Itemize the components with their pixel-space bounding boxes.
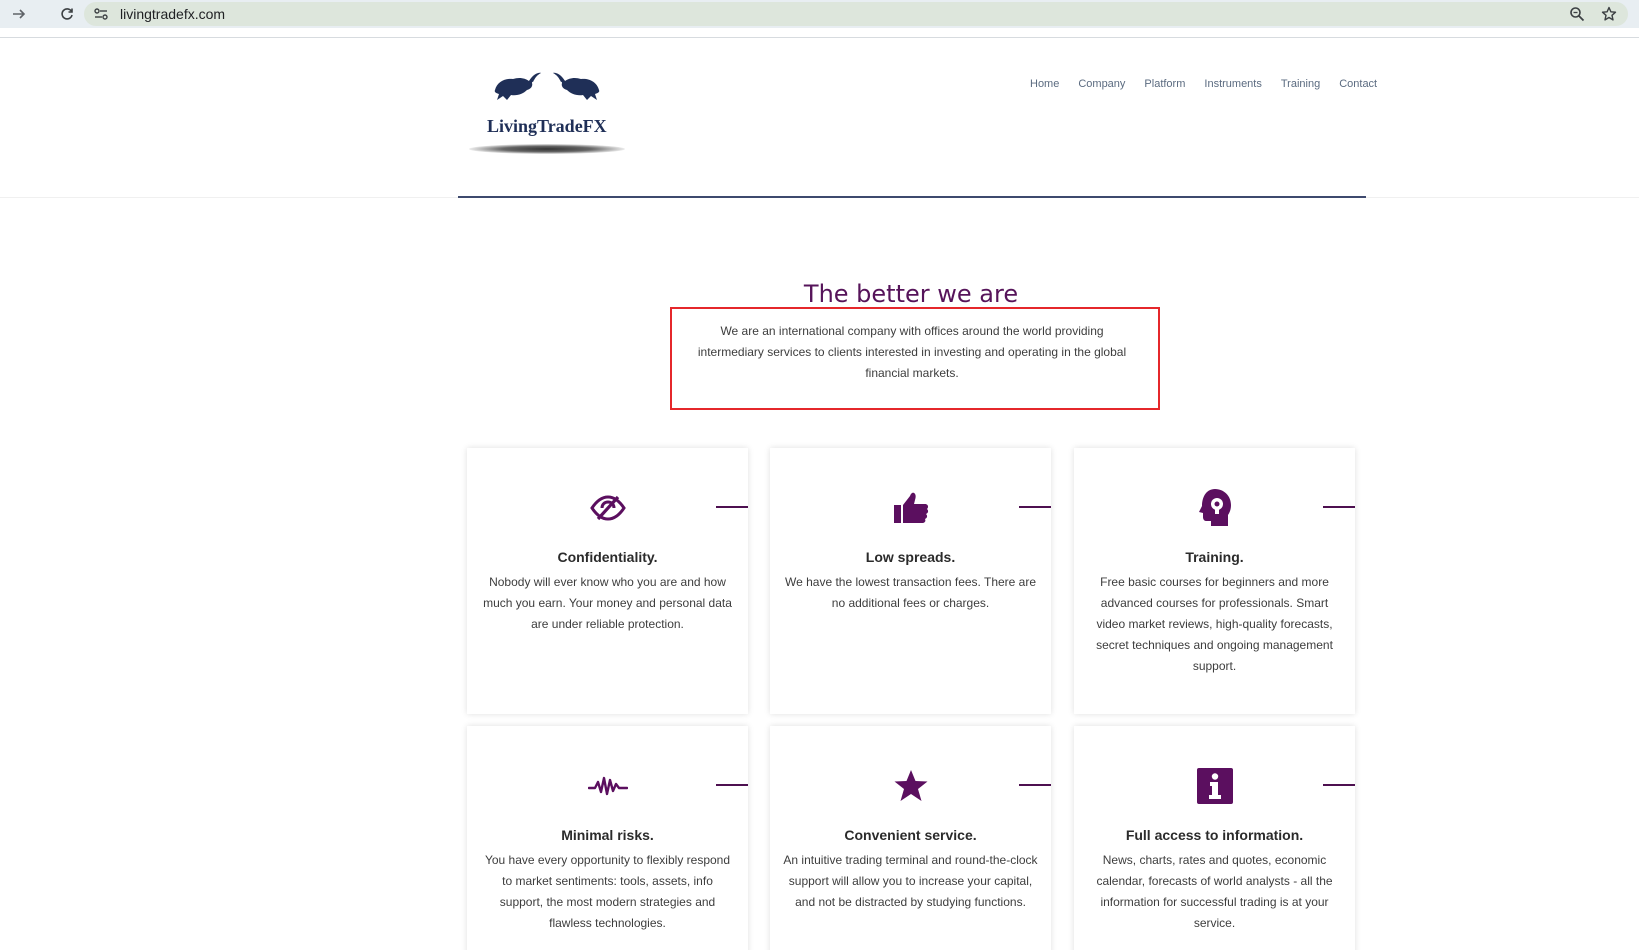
- info-icon: [1074, 768, 1355, 804]
- card-text: Nobody will ever know who you are and ho…: [483, 575, 732, 631]
- card-text: You have every opportunity to flexibly r…: [484, 853, 731, 930]
- card-title: Convenient service.: [844, 827, 977, 843]
- card-title: Confidentiality.: [557, 549, 658, 565]
- nav-home[interactable]: Home: [1030, 78, 1059, 90]
- main-nav: Home Company Platform Instruments Traini…: [1030, 78, 1396, 90]
- feature-card-training: Training. Free basic courses for beginne…: [1074, 448, 1355, 714]
- header-rule: [458, 196, 1366, 198]
- card-title: Training.: [1185, 549, 1244, 565]
- nav-company[interactable]: Company: [1078, 78, 1125, 90]
- section-title: The better we are: [803, 280, 1019, 308]
- feature-card-confidentiality: Confidentiality. Nobody will ever know w…: [467, 448, 748, 714]
- feature-card-minimal-risks: Minimal risks. You have every opportunit…: [467, 726, 748, 950]
- thumbs-up-icon: [770, 490, 1051, 526]
- star-icon: [770, 768, 1051, 804]
- nav-platform[interactable]: Platform: [1144, 78, 1185, 90]
- nav-training[interactable]: Training: [1281, 78, 1320, 90]
- site-header: LivingTradeFX Home Company Platform Inst…: [0, 38, 1639, 198]
- wave-icon: [467, 768, 748, 804]
- eye-slash-icon: [467, 490, 748, 526]
- bulls-icon: [494, 72, 600, 100]
- intro-text: We are an international company with off…: [697, 324, 1127, 380]
- feature-card-low-spreads: Low spreads. We have the lowest transact…: [770, 448, 1051, 714]
- address-bar[interactable]: livingtradefx.com: [84, 2, 1628, 26]
- reload-icon[interactable]: [56, 3, 78, 25]
- bookmark-star-icon[interactable]: [1600, 5, 1618, 23]
- logo-text: LivingTradeFX: [487, 116, 607, 136]
- card-title: Low spreads.: [865, 549, 956, 565]
- head-lightbulb-icon: [1074, 489, 1355, 526]
- zoom-icon[interactable]: [1568, 5, 1586, 23]
- nav-contact[interactable]: Contact: [1339, 78, 1377, 90]
- site-logo[interactable]: LivingTradeFX: [467, 60, 627, 170]
- browser-toolbar: livingtradefx.com: [0, 0, 1639, 28]
- feature-card-convenient-service: Convenient service. An intuitive trading…: [770, 726, 1051, 950]
- card-text: Free basic courses for beginners and mor…: [1096, 575, 1333, 673]
- forward-icon[interactable]: [8, 3, 30, 25]
- logo-shadow: [469, 144, 625, 154]
- site-info-icon[interactable]: [92, 5, 110, 23]
- nav-instruments[interactable]: Instruments: [1204, 78, 1261, 90]
- card-text: We have the lowest transaction fees. The…: [784, 575, 1037, 610]
- feature-card-full-access: Full access to information. News, charts…: [1074, 726, 1355, 950]
- card-text: An intuitive trading terminal and round-…: [783, 853, 1038, 909]
- url-text[interactable]: livingtradefx.com: [120, 6, 225, 22]
- card-title: Full access to information.: [1125, 827, 1304, 843]
- card-title: Minimal risks.: [561, 827, 654, 843]
- card-text: News, charts, rates and quotes, economic…: [1096, 853, 1333, 930]
